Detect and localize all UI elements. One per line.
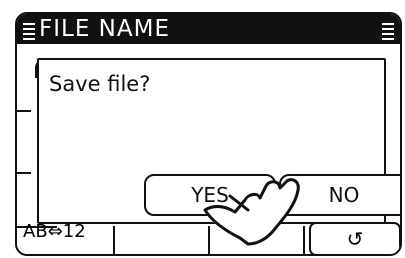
- no-button-label: NO: [328, 183, 360, 207]
- title-bar: FILE NAME: [17, 14, 400, 44]
- dialog-message: Save file?: [49, 72, 151, 96]
- menu-lines-icon: [23, 20, 35, 40]
- pointing-hand-icon: [203, 178, 300, 246]
- ab-12-toggle[interactable]: AB⇔12: [23, 221, 86, 242]
- list-lines-icon: [382, 20, 394, 40]
- back-button[interactable]: ↺: [309, 222, 400, 254]
- back-arrow-icon: ↺: [346, 227, 364, 251]
- screen-title: FILE NAME: [39, 16, 170, 42]
